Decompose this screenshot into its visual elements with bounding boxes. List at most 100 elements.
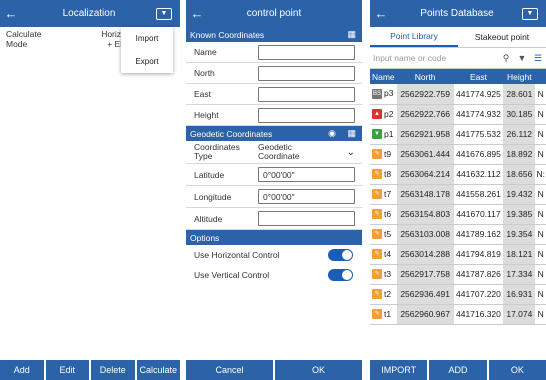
table-cell-extra: N [535,124,546,145]
points-database-panel: ← Points Database ▼ Point Library Stakeo… [370,0,546,380]
geodetic-coordinates-section: Geodetic Coordinates ◉ ▦ [186,126,362,141]
table-cell-name: ✎ t6 [370,204,397,225]
table-cell-east: 441789.162 [453,224,504,245]
add-button[interactable]: ADD [429,360,487,380]
column-header[interactable]: East [453,69,504,84]
ok-button[interactable]: OK [275,360,362,380]
table-row[interactable]: ✎ t8 2563064.214 441632.112 18.656 N: [370,164,546,185]
control-point-header: ← control point [186,0,362,27]
table-cell-name: ✎ t7 [370,184,397,205]
table-row[interactable]: ✎ t4 2563014.288 441794.819 18.121 N [370,244,546,265]
point-list-icon[interactable]: ▦ [347,128,356,139]
table-cell-north: 2562917.758 [396,264,454,285]
north-input[interactable] [258,65,355,81]
menu-icon[interactable]: ☰ [530,53,546,64]
search-input[interactable]: Input name or code [373,53,498,63]
column-header[interactable]: North [396,69,454,84]
horizontal-control-toggle[interactable] [328,249,353,261]
table-cell-east: 441558.261 [453,184,504,205]
table-cell-extra: N [535,184,546,205]
back-arrow-icon[interactable]: ← [0,6,22,21]
use-vertical-control-row: Use Vertical Control [186,265,362,285]
height-input[interactable] [258,107,355,123]
north-row: North [186,63,362,84]
latitude-row: Latitude 0°00'00" [186,164,362,186]
east-row: East [186,84,362,105]
filter-icon[interactable]: ▼ [514,53,530,63]
name-input[interactable] [258,44,355,60]
east-input[interactable] [258,86,355,102]
calculate-button[interactable]: Calculate [136,360,180,380]
table-row[interactable]: ✎ t9 2563061.444 441676.895 18.892 N [370,144,546,165]
table-row[interactable]: ✎ t5 2563103.008 441789.162 19.354 N [370,224,546,245]
table-cell-name: ✎ t2 [370,284,397,305]
ok-button[interactable]: OK [488,360,546,380]
table-cell-name: ✎ t1 [370,304,397,325]
tab-stakeout-point[interactable]: Stakeout point [458,27,546,47]
page-title: Localization [62,8,116,19]
column-header[interactable] [535,69,546,84]
points-table: Name North East Height BS p3 2562922.759 44… [370,69,546,325]
dropdown-menu-icon[interactable]: ▼ [156,7,172,20]
survey-point-icon: ✎ [372,149,382,160]
control-point-panel: ← control point Known Coordinates ▦ Name… [186,0,362,380]
back-arrow-icon[interactable]: ← [370,6,392,21]
localization-panel: ← Localization ▼ Calculate Mode Horizont… [0,0,180,380]
table-cell-height: 18.892 [503,144,536,165]
table-cell-east: 441774.925 [453,84,504,105]
vertical-control-toggle[interactable] [328,269,353,281]
table-row[interactable]: ✎ t7 2563148.178 441558.261 19.432 N [370,184,546,205]
table-cell-north: 2563154.803 [396,204,454,225]
menu-item-export[interactable]: Export [121,50,173,73]
table-cell-extra: N [535,244,546,265]
table-row[interactable]: BS p3 2562922.759 441774.925 28.601 N [370,84,546,105]
longitude-input[interactable]: 0°00'00" [258,189,355,204]
table-cell-east: 441787.826 [453,264,504,285]
search-icon[interactable]: ⚲ [498,53,514,64]
localization-header: ← Localization ▼ [0,0,180,27]
add-button[interactable]: Add [0,360,44,380]
location-pin-icon[interactable]: ◉ [328,128,336,139]
name-row: Name [186,42,362,63]
table-cell-north: 2562960.967 [396,304,454,325]
import-button[interactable]: IMPORT [370,360,428,380]
table-cell-east: 441794.819 [453,244,504,265]
table-cell-height: 16.931 [503,284,536,305]
latitude-input[interactable]: 0°00'00" [258,167,355,182]
menu-item-import[interactable]: Import [121,27,173,50]
table-cell-height: 18.121 [503,244,536,265]
table-row[interactable]: ▼ p1 2562921.958 441775.532 26.112 N [370,124,546,145]
delete-button[interactable]: Delete [91,360,135,380]
table-cell-height: 28.601 [503,84,536,105]
known-coordinates-section: Known Coordinates ▦ [186,27,362,42]
table-cell-height: 19.354 [503,224,536,245]
table-row[interactable]: ▲ p2 2562922.766 441774.932 30.185 N [370,104,546,125]
back-arrow-icon[interactable]: ← [186,6,208,21]
table-cell-name: ✎ t9 [370,144,397,165]
table-cell-name: BS p3 [370,84,397,105]
survey-point-icon: ✎ [372,249,382,260]
table-row[interactable]: ✎ t1 2562960.967 441716.320 17.074 N [370,304,546,325]
table-cell-north: 2562922.766 [396,104,454,125]
table-cell-name: ✎ t4 [370,244,397,265]
overflow-menu: Import Export [121,27,173,73]
table-row[interactable]: ✎ t2 2562936.491 441707.220 16.931 N [370,284,546,305]
table-row[interactable]: ✎ t6 2563154.803 441670.117 19.385 N [370,204,546,225]
page-title: control point [246,8,302,19]
known-point-icon: ▲ [372,109,382,120]
column-header[interactable]: Height [503,69,536,84]
localization-button-bar: Add Edit Delete Calculate [0,360,180,380]
table-cell-east: 441670.117 [453,204,504,225]
table-cell-name: ✎ t5 [370,224,397,245]
column-header[interactable]: Name [370,69,397,84]
tab-point-library[interactable]: Point Library [370,27,458,47]
cancel-button[interactable]: Cancel [186,360,273,380]
coordinate-type-select[interactable]: Geodetic Coordinate ⌄ [258,143,355,161]
table-row[interactable]: ✎ t3 2562917.758 441787.826 17.334 N [370,264,546,285]
dropdown-menu-icon[interactable]: ▼ [522,7,538,20]
altitude-input[interactable] [258,211,355,226]
table-cell-north: 2563061.444 [396,144,454,165]
table-cell-north: 2562922.759 [396,84,454,105]
edit-button[interactable]: Edit [45,360,89,380]
point-list-icon[interactable]: ▦ [347,29,356,40]
